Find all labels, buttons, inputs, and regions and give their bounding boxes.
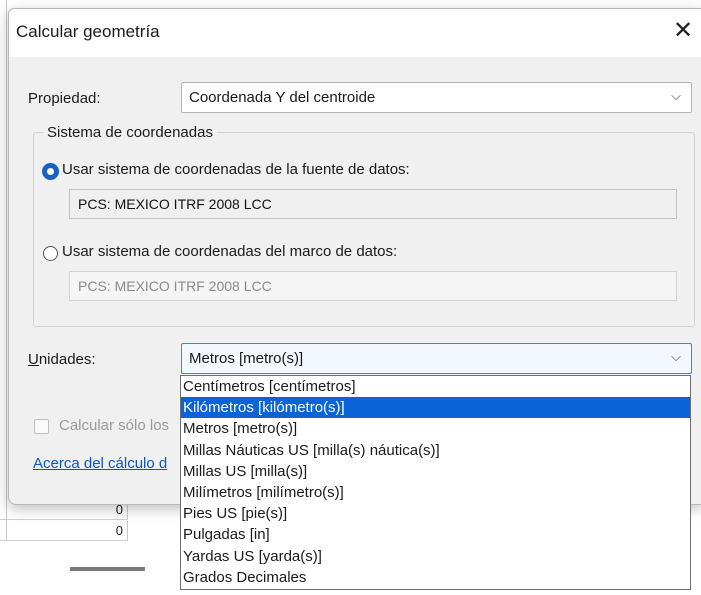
- frame-coordinate-system-field: PCS: MEXICO ITRF 2008 LCC: [69, 271, 677, 301]
- units-option[interactable]: Yardas US [yarda(s)]: [181, 546, 690, 567]
- units-value: Metros [metro(s)]: [189, 350, 304, 367]
- units-option[interactable]: Milímetros [milímetro(s)]: [181, 482, 690, 503]
- chevron-down-icon: ⌵: [671, 349, 681, 364]
- property-label: Propiedad:: [28, 90, 101, 107]
- background-grid-line: [0, 0, 7, 540]
- radio-source-label[interactable]: Usar sistema de coordenadas de la fuente…: [62, 161, 410, 178]
- background-scrollbar-thumb[interactable]: [70, 567, 145, 571]
- units-dropdown-list: Centímetros [centímetros] Kilómetros [ki…: [180, 375, 691, 590]
- about-calculating-link[interactable]: Acerca del cálculo d: [33, 455, 167, 472]
- property-select[interactable]: Coordenada Y del centroide ⌵: [181, 82, 692, 113]
- property-value: Coordenada Y del centroide: [189, 89, 376, 106]
- calc-selected-checkbox[interactable]: [34, 419, 49, 434]
- units-label: Unidades:: [28, 351, 96, 368]
- units-label-text: nidades:: [38, 351, 96, 368]
- units-option[interactable]: Pulgadas [in]: [181, 524, 690, 545]
- radio-source-coordinate-system[interactable]: [43, 164, 58, 179]
- units-option[interactable]: Centímetros [centímetros]: [181, 376, 690, 397]
- units-option[interactable]: Millas Náuticas US [milla(s) náutica(s)]: [181, 440, 690, 461]
- units-option[interactable]: Metros [metro(s)]: [181, 418, 690, 439]
- close-icon: ✕: [672, 17, 694, 44]
- units-option-highlighted[interactable]: Kilómetros [kilómetro(s)]: [181, 397, 690, 419]
- units-option[interactable]: Grados Decimales: [181, 567, 690, 588]
- radio-frame-label[interactable]: Usar sistema de coordenadas del marco de…: [62, 243, 397, 260]
- calc-selected-label: Calcular sólo los: [59, 417, 170, 434]
- units-select[interactable]: Metros [metro(s)] ⌵: [181, 343, 692, 374]
- dialog-titlebar: Calcular geometría ✕: [9, 9, 701, 57]
- radio-frame-coordinate-system[interactable]: [43, 246, 58, 261]
- chevron-down-icon: ⌵: [671, 88, 681, 103]
- units-label-accelerator: U: [28, 351, 39, 368]
- units-option[interactable]: Pies US [pie(s)]: [181, 503, 690, 524]
- source-coordinate-system-field: PCS: MEXICO ITRF 2008 LCC: [69, 189, 677, 219]
- background-cell: 0: [0, 521, 128, 541]
- coordinate-system-legend: Sistema de coordenadas: [43, 124, 217, 141]
- units-option[interactable]: Millas US [milla(s)]: [181, 461, 690, 482]
- close-button[interactable]: ✕: [666, 15, 700, 49]
- dialog-title: Calcular geometría: [16, 22, 160, 41]
